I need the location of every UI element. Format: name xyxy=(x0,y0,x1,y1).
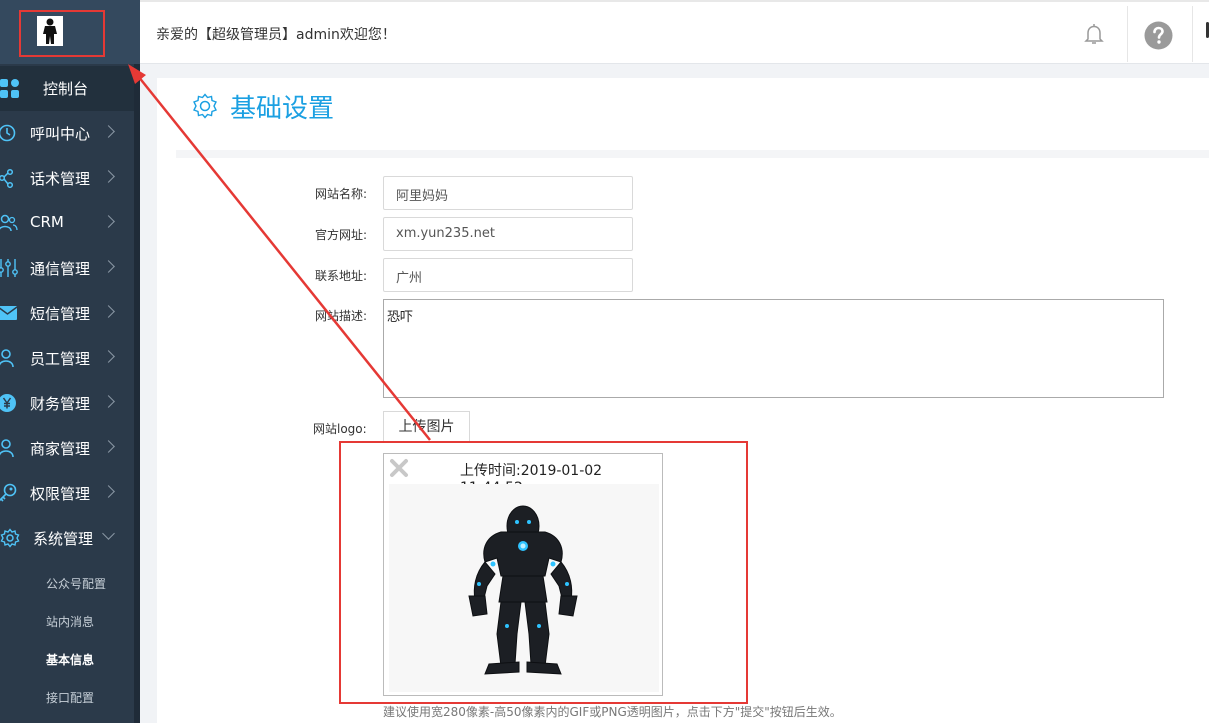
sidebar-item-label: 员工管理 xyxy=(30,350,91,368)
sidebar-subitem-basic-info[interactable]: 基本信息 xyxy=(0,640,134,678)
sidebar: 控制台 呼叫中心 话术管理 CRM 通信管理 短信管理 员工管理 财务管理 商家… xyxy=(0,0,140,723)
sidebar-subitem-label: 基本信息 xyxy=(46,653,95,667)
site-name-label: 网站名称: xyxy=(315,187,368,201)
upload-image-button[interactable]: 上传图片 xyxy=(383,411,470,443)
sidebar-subitem-wechat-config[interactable]: 公众号配置 xyxy=(0,564,134,602)
sidebar-item-staff[interactable]: 员工管理 xyxy=(0,336,134,381)
sidebar-item-label: 商家管理 xyxy=(30,440,91,458)
user-icon xyxy=(0,438,18,458)
clock-icon xyxy=(0,123,18,143)
mail-icon xyxy=(0,303,18,323)
chevron-right-icon xyxy=(102,170,115,183)
bell-icon[interactable] xyxy=(1082,22,1106,46)
header-divider xyxy=(1127,6,1128,62)
sidebar-scrollbar[interactable] xyxy=(134,64,140,723)
sidebar-subitem-label: 公众号配置 xyxy=(46,577,107,591)
yen-icon xyxy=(0,393,18,413)
chevron-right-icon xyxy=(102,350,115,363)
sidebar-item-system[interactable]: 系统管理 xyxy=(0,516,134,561)
sidebar-item-dashboard[interactable]: 控制台 xyxy=(0,66,134,111)
sidebar-item-sms[interactable]: 短信管理 xyxy=(0,291,134,336)
sidebar-subitem-api-config[interactable]: 接口配置 xyxy=(0,678,134,716)
sidebar-item-label: 权限管理 xyxy=(30,485,91,503)
help-icon[interactable] xyxy=(1144,21,1173,50)
chevron-down-icon xyxy=(102,527,115,540)
chevron-right-icon xyxy=(102,395,115,408)
sidebar-item-label: 话术管理 xyxy=(30,170,91,188)
page-title: 基础设置 xyxy=(230,94,335,124)
sidebar-item-call-center[interactable]: 呼叫中心 xyxy=(0,111,134,156)
share-icon xyxy=(0,168,18,189)
sidebar-item-permission[interactable]: 权限管理 xyxy=(0,471,134,516)
chevron-right-icon xyxy=(102,215,115,228)
sidebar-subitem-label: 接口配置 xyxy=(46,691,95,705)
sidebar-item-label: 通信管理 xyxy=(30,260,91,278)
chevron-right-icon xyxy=(102,260,115,273)
address-label: 联系地址: xyxy=(315,269,368,283)
top-header: 亲爱的【超级管理员】admin欢迎您！ xyxy=(140,0,1209,64)
annotation-box-logo xyxy=(19,10,105,57)
sidebar-item-crm[interactable]: CRM xyxy=(0,201,134,246)
sidebar-subitem-label: 站内消息 xyxy=(46,615,95,629)
sidebar-item-merchant[interactable]: 商家管理 xyxy=(0,426,134,471)
sliders-icon xyxy=(0,258,18,278)
sidebar-item-label: 呼叫中心 xyxy=(30,125,91,143)
sidebar-item-script[interactable]: 话术管理 xyxy=(0,156,134,201)
logo-label: 网站logo: xyxy=(313,422,367,436)
chevron-right-icon xyxy=(102,485,115,498)
description-textarea[interactable]: 恐吓 xyxy=(383,299,1164,398)
site-name-field[interactable]: 阿里妈妈 xyxy=(383,176,633,210)
sidebar-item-label: CRM xyxy=(30,213,64,231)
site-url-label: 官方网址: xyxy=(315,228,368,242)
sidebar-item-label: 控制台 xyxy=(43,80,89,98)
address-field[interactable]: 广州 xyxy=(383,258,633,292)
sidebar-item-label: 系统管理 xyxy=(33,530,94,548)
sidebar-item-label: 财务管理 xyxy=(30,395,91,413)
chevron-right-icon xyxy=(102,125,115,138)
key-icon xyxy=(0,483,18,503)
chevron-right-icon xyxy=(102,305,115,318)
gear-icon xyxy=(192,93,218,119)
sidebar-subitem-messages[interactable]: 站内消息 xyxy=(0,602,134,640)
logo-hint-text: 建议使用宽280像素-高50像素内的GIF或PNG透明图片，点击下方"提交"按钮… xyxy=(383,705,842,719)
sidebar-item-finance[interactable]: 财务管理 xyxy=(0,381,134,426)
dashboard-icon xyxy=(0,79,20,99)
site-url-field[interactable]: xm.yun235.net xyxy=(383,217,633,251)
welcome-text: 亲爱的【超级管理员】admin欢迎您！ xyxy=(156,27,396,43)
chevron-right-icon xyxy=(102,440,115,453)
header-divider xyxy=(1192,6,1193,62)
sidebar-item-communication[interactable]: 通信管理 xyxy=(0,246,134,291)
annotation-box-preview xyxy=(339,441,748,704)
user-icon xyxy=(0,348,18,368)
panel-header-divider xyxy=(176,150,1209,158)
sidebar-item-label: 短信管理 xyxy=(30,305,91,323)
gear-icon xyxy=(0,528,20,548)
description-label: 网站描述: xyxy=(315,309,368,323)
users-icon xyxy=(0,213,18,233)
